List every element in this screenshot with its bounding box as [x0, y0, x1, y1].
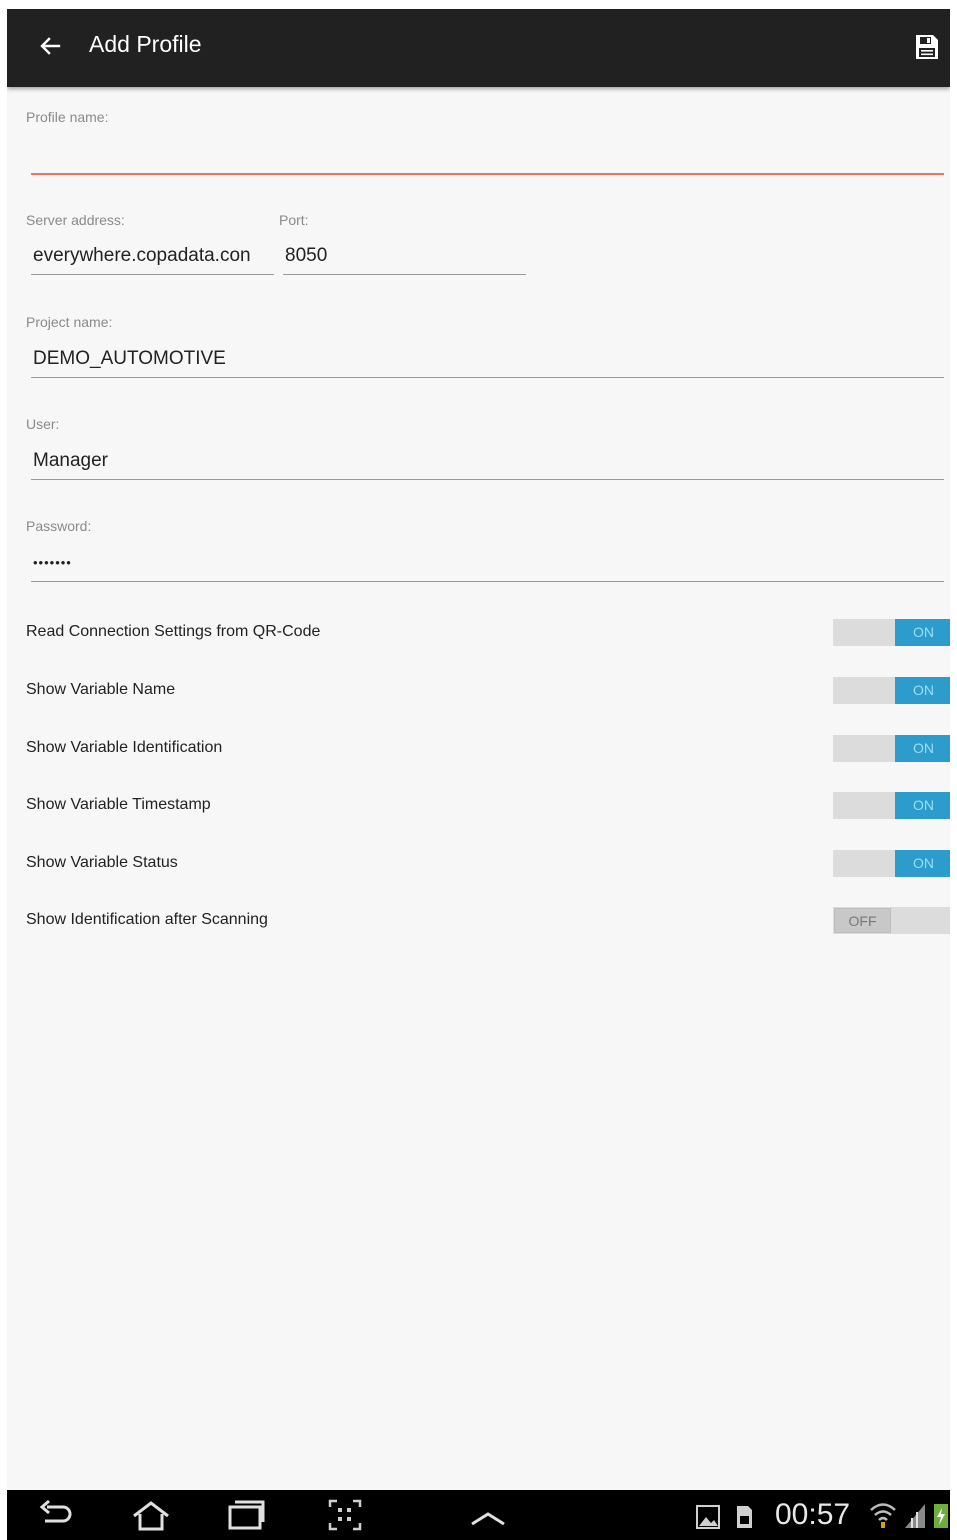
switch-state: OFF	[834, 908, 891, 933]
toggle-row-variable-timestamp: Show Variable Timestamp ON	[26, 792, 950, 822]
system-nav-bar: 00:57	[7, 1490, 950, 1540]
back-arrow-icon[interactable]	[37, 33, 63, 59]
switch-state: ON	[895, 850, 950, 877]
toggle-label: Show Variable Timestamp	[26, 796, 211, 813]
signal-icon	[905, 1504, 925, 1528]
nav-home-icon[interactable]	[131, 1498, 171, 1532]
toggle-label: Show Variable Identification	[26, 739, 223, 756]
wifi-icon	[870, 1503, 896, 1528]
toggle-label: Show Variable Status	[26, 854, 178, 871]
server-address-label: Server address:	[26, 212, 125, 228]
qr-code-switch[interactable]: ON	[833, 619, 950, 646]
project-name-input[interactable]	[31, 340, 944, 378]
toggle-row-identification-after-scanning: Show Identification after Scanning OFF	[26, 907, 950, 937]
screenshot-icon[interactable]	[327, 1498, 363, 1532]
clock: 00:57	[775, 1498, 851, 1531]
sd-card-icon	[737, 1506, 752, 1528]
nav-back-icon[interactable]	[39, 1498, 75, 1532]
battery-icon	[934, 1504, 948, 1528]
gallery-icon	[696, 1505, 720, 1529]
toggle-label: Read Connection Settings from QR-Code	[26, 623, 321, 640]
page-title: Add Profile	[89, 31, 202, 57]
nav-recents-icon[interactable]	[227, 1498, 265, 1532]
user-input[interactable]	[31, 442, 944, 480]
toggle-row-variable-identification: Show Variable Identification ON	[26, 735, 950, 765]
toggle-row-qr-code: Read Connection Settings from QR-Code ON	[26, 619, 950, 649]
toggle-row-variable-name: Show Variable Name ON	[26, 677, 950, 707]
password-label: Password:	[26, 518, 92, 534]
switch-state: ON	[895, 735, 950, 762]
profile-name-label: Profile name:	[26, 109, 109, 125]
port-input[interactable]	[283, 237, 526, 275]
toggle-label: Show Variable Name	[26, 681, 176, 698]
switch-state: ON	[895, 619, 950, 646]
toggle-row-variable-status: Show Variable Status ON	[26, 850, 950, 880]
toggle-label: Show Identification after Scanning	[26, 911, 268, 928]
user-label: User:	[26, 416, 60, 432]
save-icon[interactable]	[914, 33, 940, 61]
variable-status-switch[interactable]: ON	[833, 850, 950, 877]
password-input[interactable]	[31, 544, 944, 582]
variable-name-switch[interactable]: ON	[833, 677, 950, 704]
nav-up-icon[interactable]	[469, 1498, 507, 1532]
app-screen: Add Profile Profile name: Server address…	[7, 9, 950, 1540]
app-bar: Add Profile	[7, 9, 950, 87]
identification-after-scanning-switch[interactable]: OFF	[833, 907, 950, 934]
project-name-label: Project name:	[26, 314, 113, 330]
switch-state: ON	[895, 677, 950, 704]
switch-state: ON	[895, 792, 950, 819]
port-label: Port:	[279, 212, 309, 228]
variable-identification-switch[interactable]: ON	[833, 735, 950, 762]
variable-timestamp-switch[interactable]: ON	[833, 792, 950, 819]
profile-name-input[interactable]	[31, 137, 944, 175]
server-address-input[interactable]	[31, 237, 274, 275]
